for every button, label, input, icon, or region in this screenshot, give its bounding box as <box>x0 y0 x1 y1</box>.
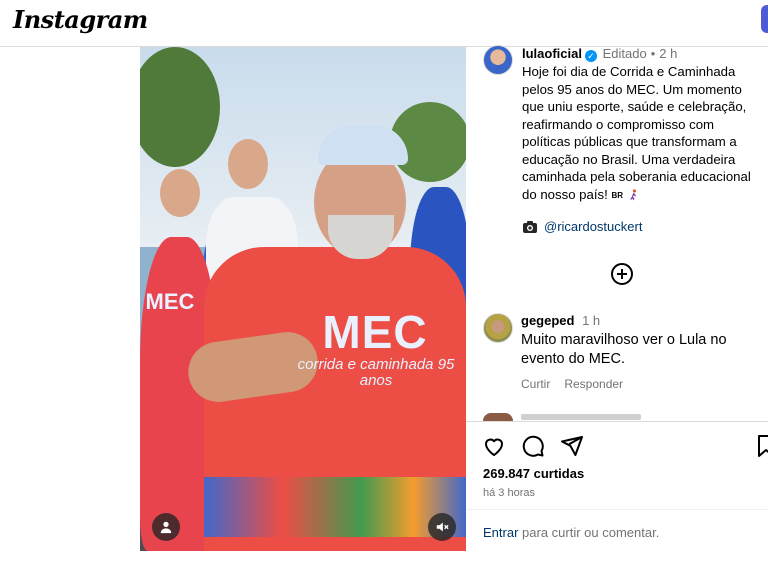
post-header: lulaoficial ✓ Editado • 2 h <box>522 46 762 62</box>
composer-prompt: para curtir ou comentar. <box>522 525 660 540</box>
flag-br-icon: BR <box>611 190 624 200</box>
shirt-sub-text: corrida e caminhada <box>297 356 434 373</box>
composer-divider <box>466 509 768 510</box>
caption-text: Hoje foi dia de Corrida e Caminhada pelo… <box>522 64 751 202</box>
share-icon[interactable] <box>560 434 584 458</box>
left-gutter <box>0 47 140 561</box>
separator-dot: • <box>650 46 656 61</box>
verified-badge-icon: ✓ <box>584 50 597 62</box>
post-caption: Hoje foi dia de Corrida e Caminhada pelo… <box>522 63 762 204</box>
comment-header: gegeped 1 h <box>521 313 600 329</box>
action-divider <box>466 421 768 422</box>
video-cap <box>318 125 408 165</box>
comment-actions: Curtir Responder <box>521 377 637 391</box>
like-count[interactable]: 269.847 curtidas <box>483 466 584 481</box>
author-username[interactable]: lulaoficial <box>522 46 582 61</box>
user-icon <box>160 521 172 534</box>
login-link[interactable]: Entrar <box>483 525 518 540</box>
comment-reply-button[interactable]: Responder <box>564 377 623 391</box>
tagged-user-button[interactable] <box>152 513 180 541</box>
credit-handle[interactable]: @ricardostuckert <box>544 219 642 235</box>
comment-composer: Entrar para curtir ou comentar. <box>483 525 659 540</box>
shirt-subtitle: corrida e caminhada 95 anos <box>296 357 456 389</box>
video-shirt-band <box>204 477 466 537</box>
comment-text: Muito maravilhoso ver o Lula no evento d… <box>521 332 727 367</box>
next-comment-preview <box>521 414 641 420</box>
post-age[interactable]: 2 h <box>659 46 677 61</box>
bookmark-icon[interactable] <box>754 434 768 458</box>
author-avatar[interactable] <box>483 45 513 75</box>
top-bar: Instagram <box>0 0 768 47</box>
post-video[interactable]: MEC MEC corrida e caminhada 95 anos <box>140 47 466 551</box>
heart-icon[interactable] <box>482 434 506 458</box>
shirt-logo: MEC <box>322 306 428 358</box>
mute-button[interactable] <box>428 513 456 541</box>
commenter-avatar[interactable] <box>483 313 513 343</box>
post-timestamp[interactable]: há 3 horas <box>483 487 535 499</box>
video-person-head <box>160 169 200 217</box>
mute-icon <box>436 522 449 532</box>
next-comment-avatar <box>483 413 513 421</box>
runner-icon <box>629 188 636 200</box>
comment-like-button[interactable]: Curtir <box>521 377 550 391</box>
login-button[interactable] <box>761 5 768 33</box>
instagram-logo[interactable]: Instagram <box>13 5 148 34</box>
commenter-username[interactable]: gegeped <box>521 313 574 328</box>
video-person-head <box>228 139 268 189</box>
shirt-logo-left: MEC <box>145 289 195 314</box>
comment-age: 1 h <box>582 313 601 328</box>
edited-label: Editado <box>602 46 647 61</box>
photo-credit[interactable]: @ricardostuckert <box>522 219 642 235</box>
load-more-comments-icon[interactable] <box>610 262 634 286</box>
camera-icon <box>523 221 537 233</box>
comment-icon[interactable] <box>521 434 545 458</box>
